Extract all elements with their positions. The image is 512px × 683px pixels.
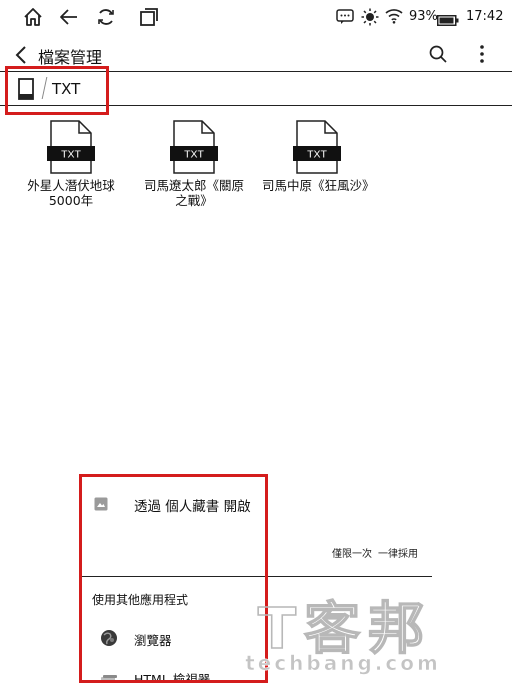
file-name: 司馬遼太郎《關原之戰》 — [143, 178, 244, 208]
home-icon[interactable] — [22, 6, 44, 32]
breadcrumb-folder[interactable]: TXT — [52, 80, 80, 98]
html-viewer-app-option[interactable]: HTML 檢視器 — [134, 669, 210, 683]
wifi-icon — [385, 8, 403, 28]
open-with-default-label[interactable]: 透過 個人藏書 開啟 — [134, 495, 251, 515]
open-with-sheet: 透過 個人藏書 開啟 僅限一次 一律採用 使用其他應用程式 瀏覽器 HTML 檢… — [80, 474, 432, 683]
back-arrow-icon[interactable] — [58, 6, 80, 32]
breadcrumb-separator — [41, 77, 48, 99]
divider — [80, 576, 432, 577]
brightness-icon — [361, 8, 379, 30]
search-icon[interactable] — [428, 44, 448, 68]
txt-file-icon: TXT — [293, 120, 341, 174]
txt-file-icon: TXT — [170, 120, 218, 174]
app-bar: 檔案管理 — [0, 38, 512, 72]
status-bar: 93% 17:42 — [0, 0, 512, 34]
battery-icon — [437, 11, 459, 30]
window-switch-icon[interactable] — [138, 6, 160, 32]
chevron-left-icon[interactable] — [14, 45, 28, 69]
refresh-icon[interactable] — [95, 6, 117, 32]
file-item[interactable]: TXT 外星人潛伏地球5000年 — [12, 120, 130, 208]
message-icon — [336, 9, 354, 29]
html-viewer-icon[interactable] — [100, 672, 118, 683]
browser-app-option[interactable]: 瀏覽器 — [134, 630, 172, 649]
file-item[interactable]: TXT 司馬中原《狂風沙》 — [258, 120, 376, 193]
battery-percent: 93% — [409, 9, 438, 24]
breadcrumb: TXT — [0, 73, 512, 106]
file-item[interactable]: TXT 司馬遼太郎《關原之戰》 — [135, 120, 253, 208]
other-apps-heading: 使用其他應用程式 — [92, 593, 189, 607]
just-once-button[interactable]: 僅限一次 — [332, 545, 372, 560]
device-icon[interactable] — [18, 78, 34, 104]
file-badge: TXT — [61, 149, 81, 161]
txt-file-icon: TXT — [47, 120, 95, 174]
page-title: 檔案管理 — [38, 48, 103, 67]
always-button[interactable]: 一律採用 — [378, 545, 418, 560]
file-badge: TXT — [184, 149, 204, 161]
file-name: 外星人潛伏地球5000年 — [27, 178, 115, 208]
globe-icon[interactable] — [100, 629, 118, 651]
more-vertical-icon[interactable] — [478, 44, 486, 68]
clock: 17:42 — [466, 9, 504, 24]
library-app-icon — [94, 496, 108, 515]
file-name: 司馬中原《狂風沙》 — [262, 178, 375, 193]
file-badge: TXT — [307, 149, 327, 161]
